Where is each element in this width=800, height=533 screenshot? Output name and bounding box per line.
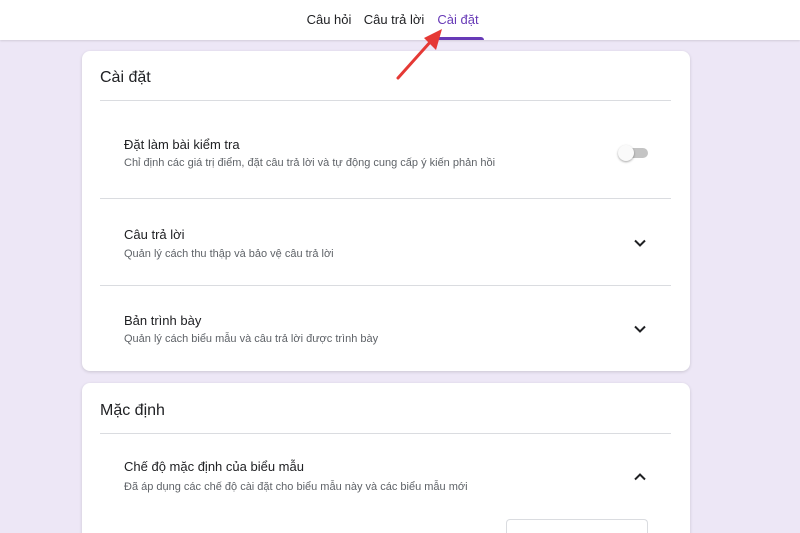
divider (100, 285, 671, 286)
presentation-setting-description: Quản lý cách biểu mẫu và câu trả lời đượ… (124, 333, 379, 345)
tab-settings-label: Cài đặt (437, 12, 479, 27)
quiz-setting-title: Đặt làm bài kiểm tra (124, 137, 240, 152)
defaults-card: Mặc định Chế độ mặc định của biểu mẫu Đã… (82, 383, 690, 533)
chevron-down-icon[interactable] (630, 233, 650, 253)
tab-questions-label: Câu hỏi (306, 12, 352, 27)
annotation-arrow-icon (396, 29, 442, 80)
responses-setting-description: Quản lý cách thu thập và bảo vệ câu trả … (124, 248, 334, 260)
tab-responses-label: Câu trả lời (363, 12, 425, 27)
tab-questions[interactable]: Câu hỏi (302, 0, 356, 40)
settings-card-title: Cài đặt (100, 69, 151, 86)
form-defaults-description: Đã áp dụng các chế độ cài đặt cho biểu m… (124, 481, 468, 493)
form-defaults-title: Chế độ mặc định của biểu mẫu (124, 459, 304, 474)
presentation-setting-title: Bản trình bày (124, 313, 202, 328)
quiz-setting-description: Chỉ định các giá trị điểm, đặt câu trả l… (124, 157, 496, 169)
partial-control (506, 519, 648, 533)
settings-card: Cài đặt Đặt làm bài kiểm tra Chỉ định cá… (82, 51, 690, 371)
divider (100, 198, 671, 199)
responses-setting-title: Câu trả lời (124, 227, 185, 242)
quiz-toggle[interactable] (618, 143, 652, 163)
chevron-up-icon[interactable] (630, 467, 650, 487)
toggle-thumb (618, 145, 634, 161)
divider (100, 433, 671, 434)
divider (100, 100, 671, 101)
chevron-down-icon[interactable] (630, 319, 650, 339)
defaults-card-title: Mặc định (100, 402, 165, 419)
